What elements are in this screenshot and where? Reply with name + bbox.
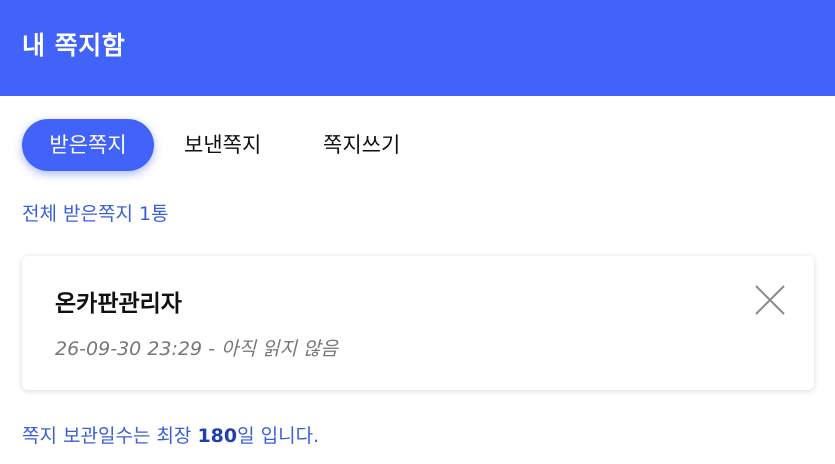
message-meta: 26-09-30 23:29 - 아직 읽지 않음 <box>55 338 338 360</box>
page-title: 내 쪽지함 <box>22 31 126 60</box>
inbox-count: 전체 받은쪽지 1통 <box>22 203 169 225</box>
message-sender[interactable]: 온카판관리자 <box>55 284 182 318</box>
retention-notice: 쪽지 보관일수는 최장 180일 입니다. <box>22 421 319 448</box>
tab-sent[interactable]: 보낸쪽지 <box>184 119 261 171</box>
app-header: 내 쪽지함 <box>0 0 835 96</box>
delete-message-button[interactable] <box>753 283 787 317</box>
notice-suffix: 일 입니다. <box>237 425 320 447</box>
tab-compose[interactable]: 쪽지쓰기 <box>323 119 400 171</box>
tab-inbox[interactable]: 받은쪽지 <box>22 119 154 171</box>
close-icon <box>755 285 785 315</box>
notice-prefix: 쪽지 보관일수는 최장 <box>22 425 198 447</box>
message-item[interactable]: 온카판관리자 26-09-30 23:29 - 아직 읽지 않음 <box>22 256 814 390</box>
notice-days: 180 <box>197 425 238 447</box>
